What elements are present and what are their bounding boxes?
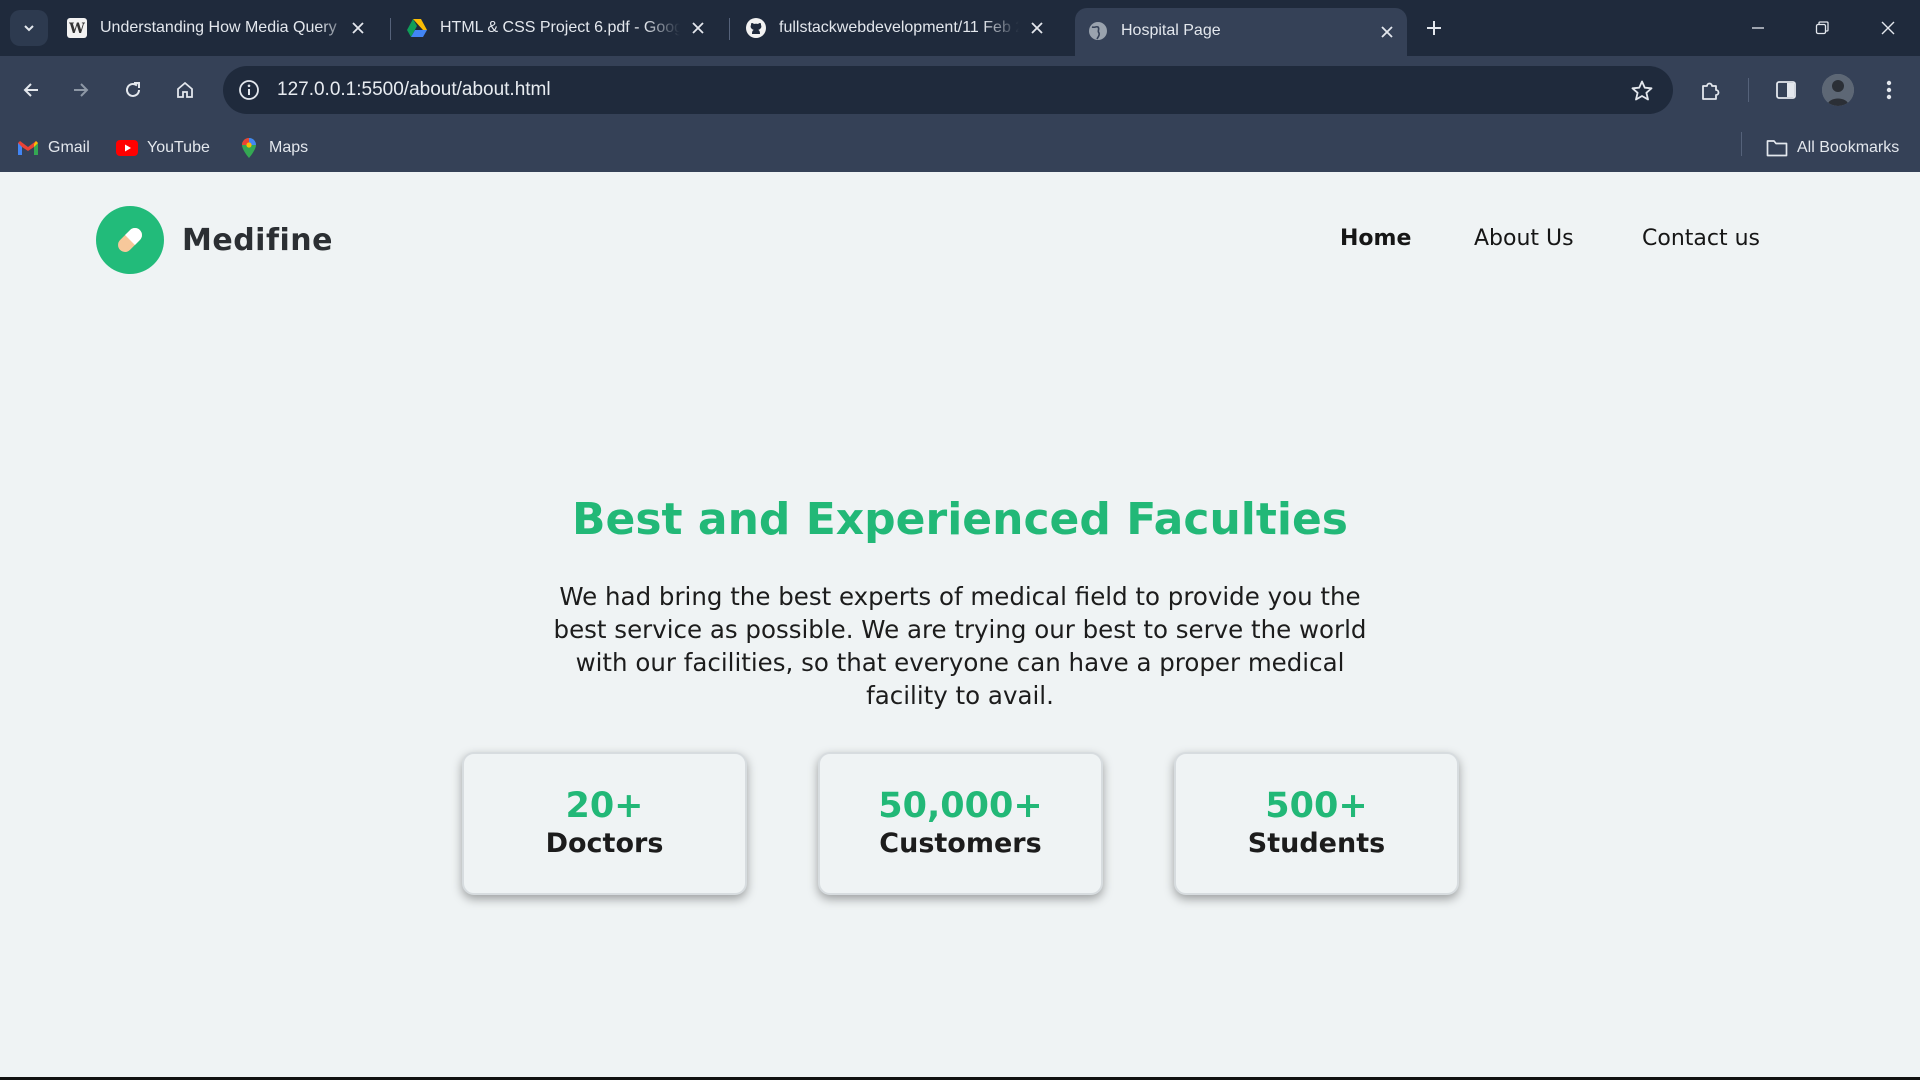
youtube-icon <box>116 137 138 159</box>
google-drive-icon <box>406 17 428 39</box>
tab-hospital-page[interactable]: Hospital Page <box>1075 8 1407 56</box>
page-content: Medifine Home About Us Contact us Best a… <box>0 172 1920 1078</box>
close-tab-icon[interactable] <box>1027 18 1047 38</box>
bookmarks-divider <box>1741 132 1742 156</box>
tab-html-css-project-pdf[interactable]: HTML & CSS Project 6.pdf - Google Drive <box>406 10 718 46</box>
browser-tab-bar: W Understanding How Media Query HTML & C… <box>0 0 1920 56</box>
wordpress-icon: W <box>66 17 88 39</box>
back-button[interactable] <box>13 72 49 108</box>
arrow-left-icon <box>23 83 38 97</box>
profile-avatar[interactable] <box>1822 74 1854 106</box>
home-icon <box>177 81 193 98</box>
reload-icon <box>126 82 140 97</box>
bookmark-label: Maps <box>269 139 309 156</box>
stat-label: Students <box>1247 827 1386 859</box>
forward-button[interactable] <box>63 72 99 108</box>
stat-value: 20+ <box>565 785 644 826</box>
stat-value: 50,000+ <box>878 785 1043 826</box>
address-bar[interactable]: 127.0.0.1:5500/about/about.html <box>223 66 1673 114</box>
stat-card-doctors: 20+ Doctors <box>462 752 747 895</box>
url-text[interactable]: 127.0.0.1:5500/about/about.html <box>277 79 551 101</box>
tab-title: fullstackwebdevelopment/11 Feb 2024 <box>779 19 1019 36</box>
tab-title: Understanding How Media Query <box>100 19 337 36</box>
all-bookmarks-button[interactable]: All Bookmarks <box>1766 136 1899 160</box>
folder-icon <box>1766 137 1788 159</box>
stat-value: 500+ <box>1265 785 1368 826</box>
site-info-icon[interactable] <box>235 76 263 104</box>
tab-github-fullstack[interactable]: fullstackwebdevelopment/11 Feb 2024 <box>745 10 1057 46</box>
section-title: Best and Experienced Faculties <box>571 494 1348 545</box>
tab-search-button[interactable] <box>10 10 48 46</box>
plus-icon <box>1427 21 1441 35</box>
profile-avatar-icon <box>1822 74 1854 106</box>
puzzle-icon <box>1702 82 1720 100</box>
home-button[interactable] <box>167 72 203 108</box>
tab-separator <box>390 18 391 40</box>
browser-toolbar: 127.0.0.1:5500/about/about.html <box>0 56 1920 124</box>
bookmark-label: Gmail <box>48 139 90 156</box>
section-description: We had bring the best experts of medical… <box>553 582 1367 710</box>
side-panel-button[interactable] <box>1768 72 1804 108</box>
new-tab-button[interactable] <box>1420 14 1448 42</box>
toolbar-divider <box>1748 78 1749 102</box>
browser-menu-button[interactable] <box>1871 72 1907 108</box>
svg-text:W: W <box>68 21 85 37</box>
restore-icon <box>1815 21 1829 35</box>
stat-label: Doctors <box>545 827 664 859</box>
extensions-button[interactable] <box>1693 72 1729 108</box>
nav-contact-us[interactable]: Contact us <box>1642 226 1760 251</box>
close-tab-icon[interactable] <box>348 18 368 38</box>
close-icon <box>1881 21 1895 35</box>
all-bookmarks-label: All Bookmarks <box>1797 139 1900 156</box>
nav-about-us[interactable]: About Us <box>1474 226 1574 251</box>
globe-icon <box>1087 20 1109 42</box>
pill-icon <box>96 206 164 274</box>
minimize-icon <box>1752 27 1764 29</box>
maps-icon <box>238 137 260 159</box>
stat-card-customers: 50,000+ Customers <box>818 752 1103 895</box>
bookmark-gmail[interactable]: Gmail <box>17 136 90 160</box>
side-panel-icon <box>1776 81 1796 99</box>
tab-title: Hospital Page <box>1121 22 1221 39</box>
stat-card-students: 500+ Students <box>1174 752 1459 895</box>
reload-button[interactable] <box>115 72 151 108</box>
tab-separator <box>729 18 730 40</box>
close-tab-icon[interactable] <box>688 18 708 38</box>
minimize-window-button[interactable] <box>1744 14 1772 42</box>
tab-title: HTML & CSS Project 6.pdf - Google Drive <box>440 19 680 36</box>
stat-label: Customers <box>879 827 1042 859</box>
close-tab-icon[interactable] <box>1377 22 1397 42</box>
tab-understanding-media-query[interactable]: W Understanding How Media Query <box>66 10 378 46</box>
site-logo[interactable]: Medifine <box>96 206 333 274</box>
arrow-right-icon <box>74 83 89 97</box>
nav-home[interactable]: Home <box>1340 226 1411 251</box>
bookmark-youtube[interactable]: YouTube <box>116 136 210 160</box>
chevron-down-icon <box>24 25 34 32</box>
bookmark-star-icon[interactable] <box>1629 78 1655 104</box>
bookmark-label: YouTube <box>147 139 210 156</box>
bookmarks-bar: Gmail YouTube Maps All Bookmarks <box>0 124 1920 172</box>
kebab-menu-icon <box>1886 80 1892 100</box>
logo-text: Medifine <box>182 222 333 258</box>
restore-window-button[interactable] <box>1808 14 1836 42</box>
gmail-icon <box>17 137 39 159</box>
bookmark-maps[interactable]: Maps <box>238 136 308 160</box>
close-window-button[interactable] <box>1874 14 1902 42</box>
github-icon <box>745 17 767 39</box>
